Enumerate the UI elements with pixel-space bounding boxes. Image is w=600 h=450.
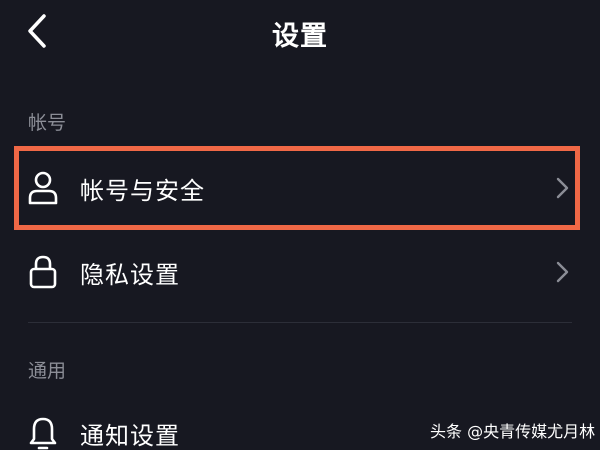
divider — [28, 322, 572, 323]
settings-screen: 设置 帐号 帐号与安全 隐私设置 通用 通知设置 头条 @央青传媒尤月林 — [0, 0, 600, 450]
lock-icon — [26, 254, 60, 290]
bell-icon — [26, 415, 60, 450]
page-title: 设置 — [272, 21, 328, 52]
section-label-general: 通用 — [28, 360, 67, 382]
user-icon — [26, 170, 60, 206]
section-label-account: 帐号 — [28, 112, 67, 134]
watermark: 头条 @央青传媒尤月林 — [430, 422, 596, 441]
account-security-label: 帐号与安全 — [80, 177, 205, 205]
notification-settings-label: 通知设置 — [80, 422, 180, 450]
header: 设置 — [0, 0, 600, 66]
chevron-right-icon — [551, 176, 573, 200]
privacy-settings-label: 隐私设置 — [80, 261, 180, 289]
account-security-row[interactable]: 帐号与安全 — [0, 155, 600, 221]
privacy-settings-row[interactable]: 隐私设置 — [0, 239, 600, 305]
chevron-right-icon — [551, 260, 573, 284]
